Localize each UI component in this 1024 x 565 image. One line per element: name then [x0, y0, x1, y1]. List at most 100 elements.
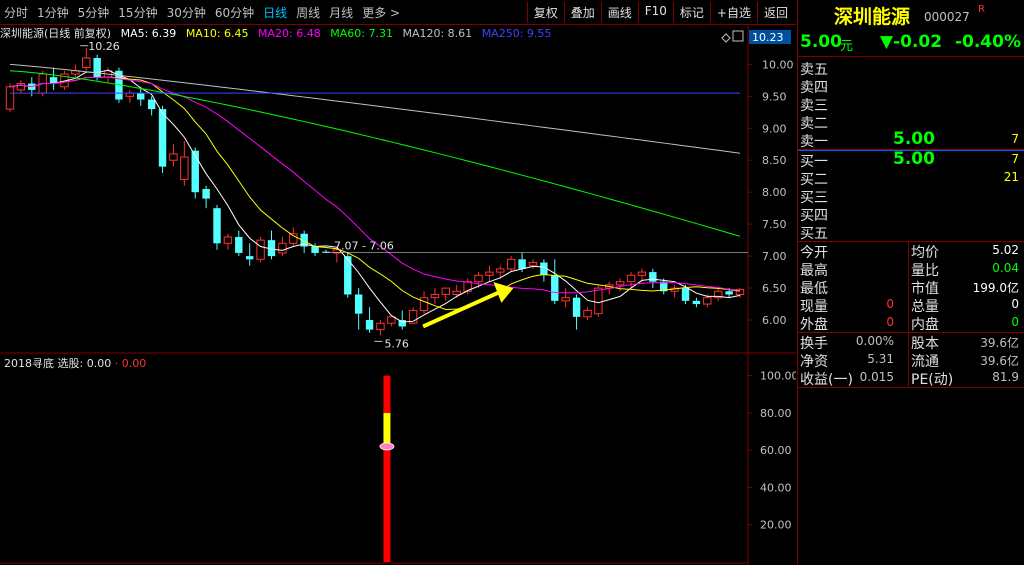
buy-label: 买三 [800, 190, 828, 206]
fin-l1: 净资 [800, 354, 828, 370]
buy-volume: 7 [1011, 152, 1019, 166]
fin-l1: 收益(一) [800, 372, 853, 388]
stat-row-0: 今开 均价 5.02 [798, 242, 1024, 261]
candle-body-down [365, 320, 374, 330]
buy-level-2: 买三 [798, 187, 1024, 206]
last-price: 5.00 [800, 32, 842, 52]
candle-body-down [551, 275, 559, 301]
diamond-icon [721, 33, 731, 43]
candle-body-up [441, 287, 451, 295]
stock-code: 000027 [924, 10, 970, 24]
stat-l2: 均价 [911, 245, 939, 261]
stat-l1: 外盘 [800, 317, 828, 333]
stat-v2: 0.04 [992, 261, 1019, 275]
buy-price: 5.00 [893, 149, 935, 169]
candle-body-up [278, 242, 287, 254]
stat-l1: 现量 [800, 299, 828, 315]
candle-body-down [311, 246, 319, 253]
buy-volume: 21 [1003, 170, 1019, 184]
sell-level-2: 卖三 [798, 95, 1024, 114]
kline-chart[interactable]: 6.00 6.50 7.00 7.50 8.00 8.50 9.00 9.50 10.00 10.… [0, 0, 796, 565]
candle-body-down [213, 208, 221, 244]
buy-level-4: 买五 [798, 223, 1024, 242]
candle-body-up [16, 83, 26, 91]
stat-l2: 量比 [911, 263, 939, 279]
stat-v1: 0 [886, 315, 894, 329]
candle-body-up [561, 297, 570, 302]
fin-v1: 5.31 [867, 352, 894, 366]
candle-body-up [376, 322, 385, 331]
candle-body-up [180, 156, 189, 180]
price-change: ▼-0.02 [880, 32, 943, 52]
sub-tick-label: 100.00 [760, 370, 796, 383]
stat-l1: 今开 [800, 245, 828, 261]
candle-body-down [93, 57, 101, 78]
signal-bar-segment [383, 412, 391, 432]
candle-body-up [223, 236, 233, 244]
sell-volume: 7 [1011, 132, 1019, 146]
price-tick-label: 9.00 [762, 122, 787, 135]
sell-level-0: 卖五 [798, 59, 1024, 78]
fin-v1: 0.00% [855, 334, 894, 348]
candle-body-up [626, 274, 636, 283]
r-badge: R [978, 4, 985, 15]
candle-body-down [235, 236, 243, 253]
window-icon [732, 30, 744, 42]
candle-body-down [158, 109, 167, 167]
candle-body-up [583, 309, 592, 318]
sell-label: 卖一 [800, 134, 828, 150]
buy-level-1: 买二 21 [798, 169, 1024, 188]
price-tick-label: 6.50 [762, 282, 787, 295]
fin-l2: 流通 [911, 354, 939, 370]
stat-l1: 最低 [800, 281, 828, 297]
ma20-line [9, 76, 741, 294]
stat-v2: 0 [1011, 315, 1019, 329]
stat-l2: 内盘 [911, 317, 939, 333]
candle-body-up [452, 290, 461, 295]
fin-v2: 81.9 [992, 370, 1019, 384]
sub-indicator-name: 2018寻底 [4, 357, 54, 370]
buy-label: 买一 [800, 154, 828, 170]
stat-v2: 199.0亿 [972, 281, 1019, 295]
stat-l2: 市值 [911, 281, 939, 297]
buy-level-3: 买四 [798, 205, 1024, 224]
sub-indicator-value: · 0.00 [114, 357, 147, 370]
sub-tick-label: 20.00 [760, 519, 792, 532]
buy-label: 买五 [800, 226, 828, 242]
stats-table: 今开 均价 5.02 最高 量比 0.04 最低 市值 199.0亿 现量 0 总量 0 外盘 0 内盘 0 [798, 242, 1024, 333]
price-tick-label: 6.00 [762, 314, 787, 327]
quote-header: 深圳能源 000027 R [798, 0, 1024, 28]
candle-body-down [245, 256, 254, 260]
candle-body-down [518, 259, 526, 269]
sub-tick-label: 80.00 [760, 407, 792, 420]
sell-label: 卖二 [800, 116, 828, 132]
candle-body-down [692, 300, 701, 305]
price-tick-label: 7.50 [762, 218, 787, 231]
stat-v2: 5.02 [992, 243, 1019, 257]
stat-v1: 0 [886, 297, 894, 311]
finance-table: 换手 0.00% 股本 39.6亿 净资 5.31 流通 39.6亿 收益(一) 0.015 PE(… [798, 333, 1024, 388]
candle-body-down [725, 291, 733, 295]
sell-book: 卖五 卖四 卖三 卖二 卖一 5.00 7 [798, 57, 1024, 150]
price-tick-label: 8.50 [762, 154, 787, 167]
candle-body-up [430, 293, 440, 299]
low-annotation: 5.76 [384, 337, 409, 350]
buy-label: 买二 [800, 172, 828, 188]
candle-body-down [572, 297, 581, 317]
sub-tick-label: 60.00 [760, 444, 792, 457]
price-tick-label: 9.50 [762, 90, 787, 103]
candle-body-up [528, 262, 538, 267]
signal-marker-icon [379, 442, 395, 451]
sell-price: 5.00 [893, 129, 935, 149]
candle-body-down [649, 272, 657, 282]
buy-level-0: 买一 5.00 7 [798, 149, 1024, 170]
price-unit: 元 [840, 39, 854, 54]
fin-l2: PE(动) [911, 372, 954, 388]
fin-row-2: 收益(一) 0.015 PE(动) 81.9 [798, 369, 1024, 388]
candle-body-down [191, 150, 199, 193]
fin-l1: 换手 [800, 336, 828, 352]
sub-indicator-label: 选股: 0.00 [57, 357, 112, 370]
stat-l1: 最高 [800, 263, 828, 279]
fin-v2: 39.6亿 [980, 354, 1019, 368]
price-tick-label: 10.00 [762, 58, 794, 71]
